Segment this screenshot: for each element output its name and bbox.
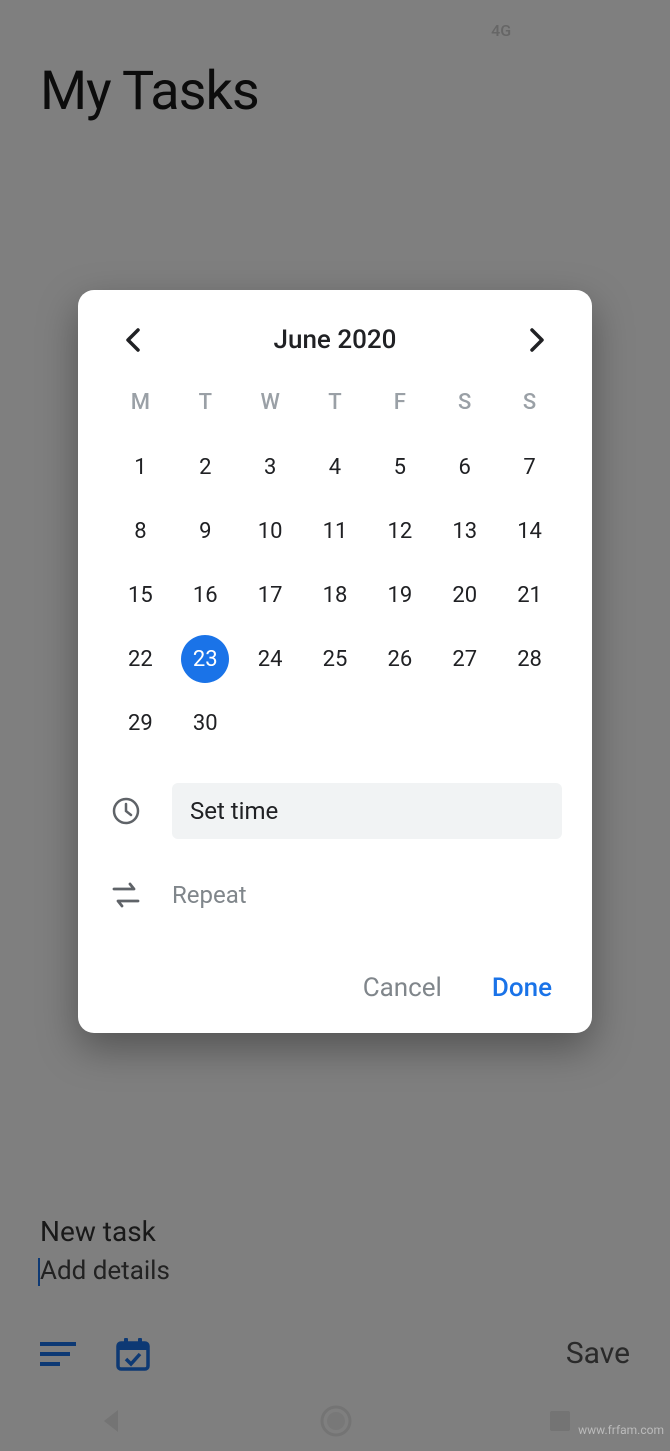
repeat-row[interactable]: Repeat bbox=[108, 867, 562, 923]
calendar-day[interactable]: 29 bbox=[108, 691, 173, 755]
calendar-dow: S bbox=[432, 380, 497, 435]
clock-icon bbox=[108, 796, 144, 826]
calendar-day[interactable]: 3 bbox=[238, 435, 303, 499]
done-button[interactable]: Done bbox=[492, 973, 552, 1003]
calendar-day[interactable]: 12 bbox=[367, 499, 432, 563]
cancel-button[interactable]: Cancel bbox=[363, 973, 442, 1003]
calendar-day[interactable]: 25 bbox=[303, 627, 368, 691]
calendar-dow: M bbox=[108, 380, 173, 435]
calendar-day[interactable]: 20 bbox=[432, 563, 497, 627]
calendar-dow: T bbox=[303, 380, 368, 435]
calendar-day[interactable]: 22 bbox=[108, 627, 173, 691]
calendar-day[interactable]: 8 bbox=[108, 499, 173, 563]
calendar-dow: S bbox=[497, 380, 562, 435]
calendar-day[interactable]: 13 bbox=[432, 499, 497, 563]
calendar-day[interactable]: 5 bbox=[367, 435, 432, 499]
calendar-dow: W bbox=[238, 380, 303, 435]
calendar-day[interactable]: 2 bbox=[173, 435, 238, 499]
calendar-day[interactable]: 9 bbox=[173, 499, 238, 563]
set-time-button[interactable]: Set time bbox=[172, 783, 562, 839]
calendar-day[interactable]: 11 bbox=[303, 499, 368, 563]
repeat-icon bbox=[108, 881, 144, 909]
calendar-day[interactable]: 10 bbox=[238, 499, 303, 563]
calendar-day[interactable]: 15 bbox=[108, 563, 173, 627]
calendar-day[interactable]: 30 bbox=[173, 691, 238, 755]
calendar-day[interactable]: 4 bbox=[303, 435, 368, 499]
calendar-day[interactable]: 27 bbox=[432, 627, 497, 691]
calendar-day[interactable]: 23 bbox=[173, 627, 238, 691]
calendar-day[interactable]: 17 bbox=[238, 563, 303, 627]
calendar-day[interactable]: 24 bbox=[238, 627, 303, 691]
calendar-day[interactable]: 21 bbox=[497, 563, 562, 627]
calendar-day[interactable]: 19 bbox=[367, 563, 432, 627]
watermark: www.frfam.com bbox=[578, 1423, 664, 1437]
date-picker-modal: June 2020 MTWTFSS12345678910111213141516… bbox=[78, 290, 592, 1033]
next-month-button[interactable] bbox=[522, 325, 552, 355]
calendar-day[interactable]: 1 bbox=[108, 435, 173, 499]
calendar-day[interactable]: 26 bbox=[367, 627, 432, 691]
set-time-row[interactable]: Set time bbox=[108, 783, 562, 839]
calendar-dow: F bbox=[367, 380, 432, 435]
calendar-grid: MTWTFSS123456789101112131415161718192021… bbox=[108, 380, 562, 755]
calendar-day[interactable]: 6 bbox=[432, 435, 497, 499]
calendar-day[interactable]: 28 bbox=[497, 627, 562, 691]
calendar-day[interactable]: 16 bbox=[173, 563, 238, 627]
prev-month-button[interactable] bbox=[118, 325, 148, 355]
calendar-day[interactable]: 7 bbox=[497, 435, 562, 499]
repeat-button[interactable]: Repeat bbox=[172, 867, 247, 923]
calendar-dow: T bbox=[173, 380, 238, 435]
calendar-day[interactable]: 14 bbox=[497, 499, 562, 563]
calendar-month-label: June 2020 bbox=[274, 325, 397, 355]
calendar-day[interactable]: 18 bbox=[303, 563, 368, 627]
